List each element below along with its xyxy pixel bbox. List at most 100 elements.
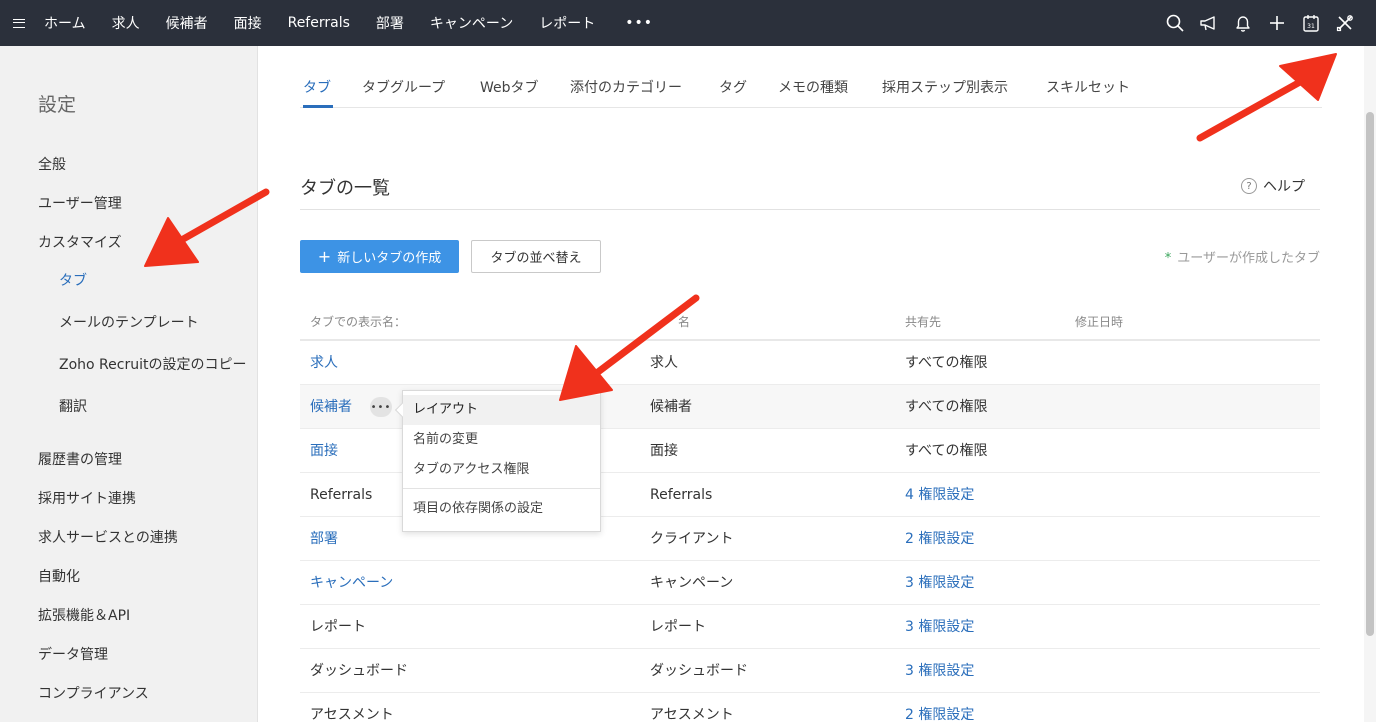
row-display-name[interactable]: キャンペーン <box>310 561 393 605</box>
help-link[interactable]: ? ヘルプ <box>1241 176 1305 196</box>
sidebar-item-resume-management[interactable]: 履歴書の管理 <box>38 449 122 469</box>
row-shared-with-link[interactable]: 3 権限設定 <box>905 561 974 605</box>
sidebar-item-automation[interactable]: 自動化 <box>38 566 80 586</box>
table-row[interactable]: アセスメント アセスメント 2 権限設定 <box>300 693 1320 722</box>
calendar-icon[interactable]: 31 <box>1294 0 1328 46</box>
row-display-name: アセスメント <box>310 707 394 722</box>
row-more-options-icon[interactable]: ••• <box>370 397 392 417</box>
row-display-name[interactable]: 求人 <box>310 341 338 385</box>
settings-sidebar: 設定 全般 ユーザー管理 カスタマイズ タブ メールのテンプレート Zoho R… <box>0 46 258 722</box>
sidebar-item-email-templates[interactable]: メールのテンプレート <box>59 312 199 332</box>
row-name: キャンペーン <box>650 575 734 591</box>
sidebar-item-tabs[interactable]: タブ <box>59 270 87 290</box>
sidebar-item-general[interactable]: 全般 <box>38 154 66 174</box>
column-header-display-name: タブでの表示名： <box>310 315 407 329</box>
table-row[interactable]: キャンペーン キャンペーン 3 権限設定 <box>300 561 1320 605</box>
nav-more-icon[interactable]: ••• <box>625 15 653 31</box>
sidebar-item-copy-settings[interactable]: Zoho Recruitの設定のコピー <box>59 354 246 374</box>
table-row[interactable]: ダッシュボード ダッシュボード 3 権限設定 <box>300 649 1320 693</box>
nav-item-campaigns[interactable]: キャンペーン <box>430 13 513 33</box>
row-context-menu: レイアウト 名前の変更 タブのアクセス権限 項目の依存関係の設定 <box>394 390 601 532</box>
row-name: 候補者 <box>650 399 692 415</box>
sidebar-item-translation[interactable]: 翻訳 <box>59 396 87 416</box>
column-header-name: 名 <box>678 315 691 329</box>
menu-item-field-dependency[interactable]: 項目の依存関係の設定 <box>403 494 600 524</box>
row-name: クライアント <box>650 531 734 547</box>
tab-web-tabs[interactable]: Webタブ <box>480 77 539 97</box>
table-row[interactable]: レポート レポート 3 権限設定 <box>300 605 1320 649</box>
bell-icon[interactable] <box>1226 0 1260 46</box>
title-divider <box>300 209 1320 210</box>
nav-item-home[interactable]: ホーム <box>44 13 86 33</box>
top-icon-group: 31 <box>1158 0 1362 46</box>
tab-skill-sets[interactable]: スキルセット <box>1046 77 1130 97</box>
menu-divider <box>403 488 600 489</box>
reorder-tabs-button[interactable]: タブの並べ替え <box>471 240 601 273</box>
menu-item-tab-access[interactable]: タブのアクセス権限 <box>403 455 600 485</box>
page-title: タブの一覧 <box>300 178 390 199</box>
plus-icon: + <box>317 247 332 266</box>
nav-item-candidates[interactable]: 候補者 <box>166 13 208 33</box>
row-name: アセスメント <box>650 707 734 722</box>
sidebar-item-career-site[interactable]: 採用サイト連携 <box>38 488 136 508</box>
row-shared-with: すべての権限 <box>905 443 988 459</box>
sidebar-item-data-administration[interactable]: データ管理 <box>38 644 108 664</box>
row-shared-with-link[interactable]: 3 権限設定 <box>905 649 974 693</box>
help-label: ヘルプ <box>1263 179 1305 195</box>
plus-icon[interactable] <box>1260 0 1294 46</box>
main-content: タブ タブグループ Webタブ 添付のカテゴリー タグ メモの種類 採用ステップ… <box>258 46 1364 722</box>
row-display-name: ダッシュボード <box>310 663 408 679</box>
top-navigation-bar: ホーム 求人 候補者 面接 Referrals 部署 キャンペーン レポート •… <box>0 0 1376 46</box>
nav-item-referrals[interactable]: Referrals <box>288 15 350 31</box>
row-display-name[interactable]: 面接 <box>310 429 338 473</box>
settings-tab-bar: タブ タブグループ Webタブ 添付のカテゴリー タグ メモの種類 採用ステップ… <box>300 46 1322 108</box>
table-row[interactable]: 求人 求人 すべての権限 <box>300 341 1320 385</box>
tab-hiring-stage-view[interactable]: 採用ステップ別表示 <box>882 77 1008 97</box>
sidebar-item-extensions-api[interactable]: 拡張機能＆API <box>38 605 130 625</box>
asterisk-icon: * <box>1164 251 1172 266</box>
sidebar-item-compliance[interactable]: コンプライアンス <box>38 683 149 703</box>
column-header-modified-time: 修正日時 <box>1075 315 1124 329</box>
megaphone-icon[interactable] <box>1192 0 1226 46</box>
nav-item-jobs[interactable]: 求人 <box>112 13 140 33</box>
row-shared-with-link[interactable]: 3 権限設定 <box>905 605 974 649</box>
sidebar-item-customize[interactable]: カスタマイズ <box>38 232 122 252</box>
menu-item-layout[interactable]: レイアウト <box>403 395 600 425</box>
nav-item-departments[interactable]: 部署 <box>376 13 404 33</box>
help-icon: ? <box>1241 178 1257 194</box>
active-tab-indicator <box>303 105 333 108</box>
tab-tab-groups[interactable]: タブグループ <box>362 77 445 97</box>
create-new-tab-button[interactable]: + 新しいタブの作成 <box>300 240 459 273</box>
nav-item-reports[interactable]: レポート <box>539 13 595 33</box>
row-display-name[interactable]: 候補者 <box>310 385 352 429</box>
search-icon[interactable] <box>1158 0 1192 46</box>
tab-tabs[interactable]: タブ <box>303 77 331 97</box>
nav-item-interviews[interactable]: 面接 <box>234 13 262 33</box>
user-created-legend: * ユーザーが作成したタブ <box>1165 247 1320 266</box>
tools-icon[interactable] <box>1328 0 1362 46</box>
menu-item-rename[interactable]: 名前の変更 <box>403 425 600 455</box>
tab-note-types[interactable]: メモの種類 <box>778 77 848 97</box>
sidebar-title: 設定 <box>38 94 77 116</box>
scrollbar-thumb[interactable] <box>1366 112 1374 636</box>
row-name: 求人 <box>650 355 678 371</box>
row-name: ダッシュボード <box>650 663 748 679</box>
create-new-tab-label: 新しいタブの作成 <box>337 251 442 266</box>
column-header-shared-with: 共有先 <box>905 315 942 329</box>
tab-attachment-categories[interactable]: 添付のカテゴリー <box>570 77 682 97</box>
row-name: レポート <box>650 619 706 635</box>
menu-icon[interactable] <box>0 0 38 46</box>
row-display-name: Referrals <box>310 487 373 503</box>
row-shared-with-link[interactable]: 2 権限設定 <box>905 517 974 561</box>
row-shared-with: すべての権限 <box>905 399 988 415</box>
row-display-name: レポート <box>310 619 366 635</box>
sidebar-item-job-boards[interactable]: 求人サービスとの連携 <box>38 527 178 547</box>
vertical-scrollbar[interactable] <box>1364 46 1376 722</box>
sidebar-item-user-management[interactable]: ユーザー管理 <box>38 193 122 213</box>
row-shared-with-link[interactable]: 4 権限設定 <box>905 473 974 517</box>
row-display-name[interactable]: 部署 <box>310 517 338 561</box>
row-shared-with-link[interactable]: 2 権限設定 <box>905 693 974 722</box>
tab-tags[interactable]: タグ <box>719 77 747 97</box>
row-name: 面接 <box>650 443 678 459</box>
legend-label: ユーザーが作成したタブ <box>1177 251 1320 266</box>
